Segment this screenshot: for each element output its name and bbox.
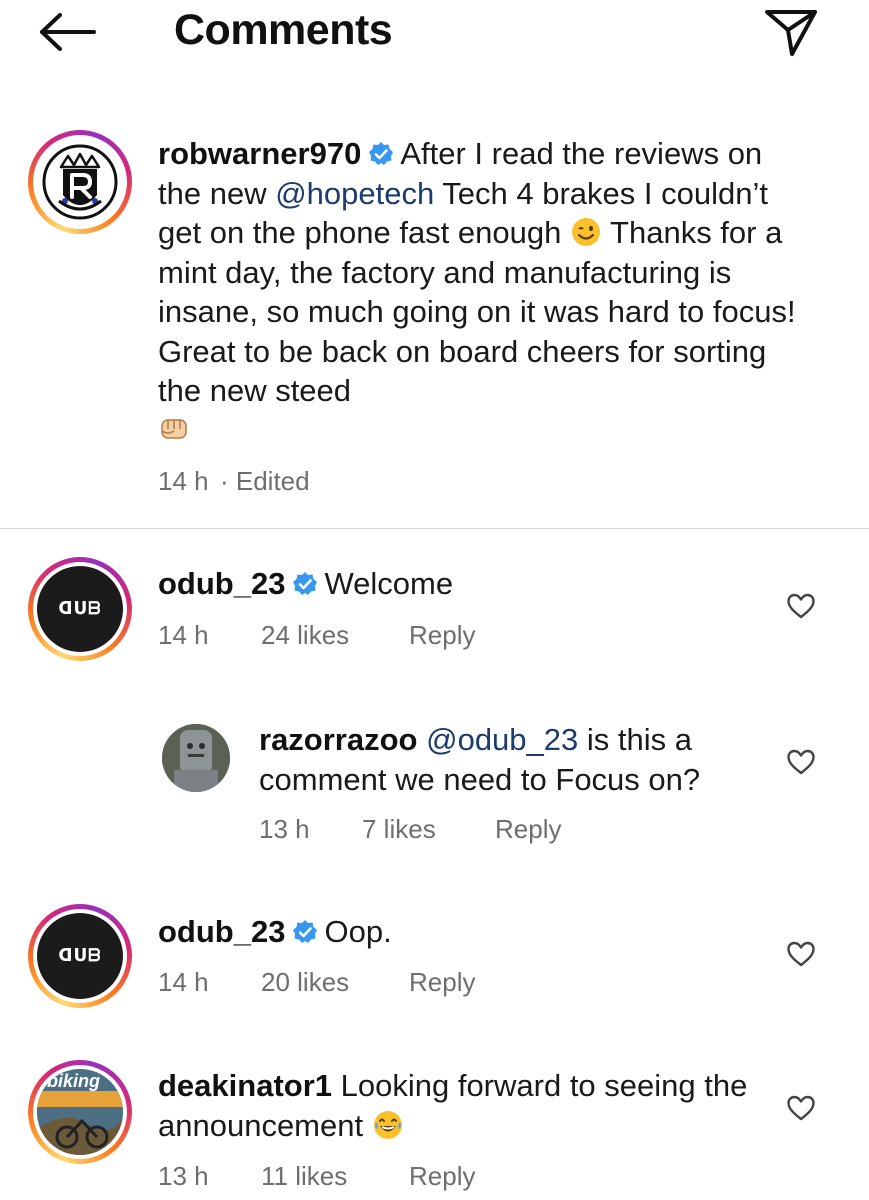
share-button[interactable]	[762, 4, 820, 60]
heart-outline-icon[interactable]	[786, 1094, 816, 1122]
comment-body: Oop.	[324, 914, 392, 949]
paper-plane-icon	[765, 10, 817, 56]
reply-likes[interactable]: 7 likes	[362, 814, 436, 845]
fist-bump-emoji-icon	[161, 418, 187, 439]
avatar-robwarner970[interactable]	[28, 130, 132, 234]
avatar-deakinator1[interactable]: biking	[28, 1060, 132, 1164]
comment-time: 14 h	[158, 620, 209, 650]
caption-username[interactable]: robwarner970	[158, 136, 361, 171]
reply-username[interactable]: razorrazoo	[259, 722, 417, 757]
avatar-logo-text: biking	[47, 1071, 100, 1091]
reply-button[interactable]: Reply	[495, 814, 561, 845]
comment-time: 13 h	[158, 1161, 209, 1191]
comment-text: deakinator1 Looking forward to seeing th…	[158, 1066, 768, 1145]
verified-badge-icon	[369, 142, 394, 165]
avatar-odub-23[interactable]: ᗡᑌᗷ	[28, 904, 132, 1008]
back-button[interactable]	[38, 10, 98, 54]
comment-username[interactable]: odub_23	[158, 914, 285, 949]
avatar-logo-text: ᗡᑌᗷ	[58, 599, 102, 618]
header-bar: Comments	[0, 0, 869, 70]
avatar-logo-text: ᗡᑌᗷ	[58, 946, 102, 965]
reply-text: razorrazoo @odub_23 is this a comment we…	[259, 720, 759, 799]
comment-username[interactable]: odub_23	[158, 566, 285, 601]
reply-mention[interactable]: @odub_23	[426, 722, 578, 757]
reply-button[interactable]: Reply	[409, 620, 475, 651]
avatar-odub-23[interactable]: ᗡᑌᗷ	[28, 557, 132, 661]
tears-of-joy-emoji-icon	[373, 1110, 402, 1139]
comment-likes[interactable]: 20 likes	[261, 967, 349, 998]
comment-username[interactable]: deakinator1	[158, 1068, 332, 1103]
arrow-left-icon	[40, 13, 96, 51]
rider-logo-icon	[42, 144, 118, 220]
robot-photo-icon	[162, 724, 230, 792]
reply-time: 13 h	[259, 814, 310, 844]
heart-outline-icon[interactable]	[786, 748, 816, 776]
avatar-razorrazoo[interactable]	[162, 724, 230, 792]
comment-time: 14 h	[158, 967, 209, 997]
comment-likes[interactable]: 24 likes	[261, 620, 349, 651]
caption-divider	[0, 528, 869, 529]
page-title: Comments	[174, 6, 393, 54]
heart-outline-icon[interactable]	[786, 592, 816, 620]
comment-likes[interactable]: 11 likes	[261, 1161, 347, 1192]
winking-face-emoji-icon	[571, 218, 600, 246]
heart-outline-icon[interactable]	[786, 940, 816, 968]
caption-time: 14 h	[158, 466, 209, 496]
caption-edited: · Edited	[220, 466, 310, 496]
comment-text: odub_23 Oop.	[158, 912, 758, 952]
comment-body: Welcome	[324, 566, 454, 601]
verified-badge-icon	[293, 572, 318, 595]
reply-button[interactable]: Reply	[409, 1161, 475, 1192]
comment-text: odub_23 Welcome	[158, 564, 758, 604]
caption-text: robwarner970 After I read the reviews on …	[158, 134, 798, 450]
verified-badge-icon	[293, 920, 318, 943]
caption-mention[interactable]: @hopetech	[275, 176, 434, 211]
reply-button[interactable]: Reply	[409, 967, 475, 998]
